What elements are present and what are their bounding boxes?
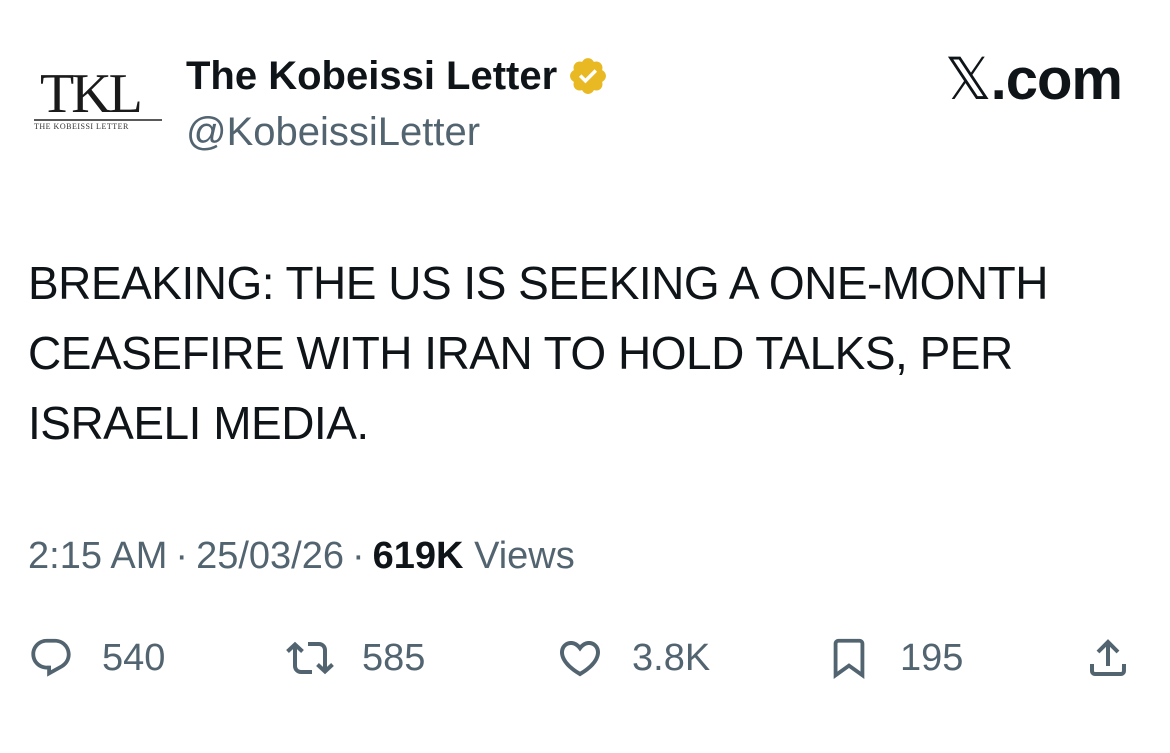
meta-separator: · [175, 535, 189, 577]
tweet-date[interactable]: 25/03/26 [196, 535, 344, 577]
bookmark-count: 195 [900, 637, 964, 679]
share-button[interactable] [1084, 626, 1132, 690]
avatar-monogram: TKL [40, 63, 143, 125]
tweet-meta: 2:15 AM · 25/03/26 · 619K Views [28, 528, 575, 584]
brand-domain: .com [990, 47, 1123, 112]
bookmark-icon [826, 635, 872, 681]
avatar-subtitle: THE KOBEISSI LETTER [34, 122, 129, 131]
author-name-row[interactable]: The Kobeissi Letter [186, 52, 609, 100]
views-count: 619K [372, 535, 464, 577]
tweet-text-line: CEASEFIRE WITH IRAN TO HOLD TALKS, PER [28, 327, 1013, 379]
reply-count: 540 [102, 637, 166, 679]
tweet-text-line: BREAKING: THE US IS SEEKING A ONE-MONTH [28, 257, 1048, 309]
verified-badge-icon [567, 55, 609, 97]
tweet-card: TKL THE KOBEISSI LETTER The Kobeissi Let… [0, 0, 1170, 753]
author-display-name: The Kobeissi Letter [186, 54, 558, 98]
share-icon [1084, 634, 1132, 682]
action-bar: 540 585 3.8K 195 [24, 626, 1144, 690]
like-count: 3.8K [632, 637, 711, 679]
reply-button[interactable]: 540 [28, 626, 165, 690]
reply-icon [28, 635, 74, 681]
repost-count: 585 [362, 637, 426, 679]
tweet-text: BREAKING: THE US IS SEEKING A ONE-MONTH … [28, 248, 1138, 458]
heart-icon [556, 634, 604, 682]
views-label: Views [474, 535, 575, 577]
tweet-time[interactable]: 2:15 AM [28, 535, 167, 577]
x-logo-icon: 𝕏 [944, 47, 992, 112]
author-handle[interactable]: @KobeissiLetter [186, 108, 480, 156]
repost-icon [286, 634, 334, 682]
like-button[interactable]: 3.8K [556, 626, 710, 690]
repost-button[interactable]: 585 [286, 626, 425, 690]
avatar[interactable]: TKL THE KOBEISSI LETTER [26, 60, 162, 140]
tweet-text-line: ISRAELI MEDIA. [28, 397, 369, 449]
bookmark-button[interactable]: 195 [826, 626, 963, 690]
meta-separator: · [352, 535, 365, 577]
x-brand-logo: 𝕏.com [944, 47, 1123, 112]
